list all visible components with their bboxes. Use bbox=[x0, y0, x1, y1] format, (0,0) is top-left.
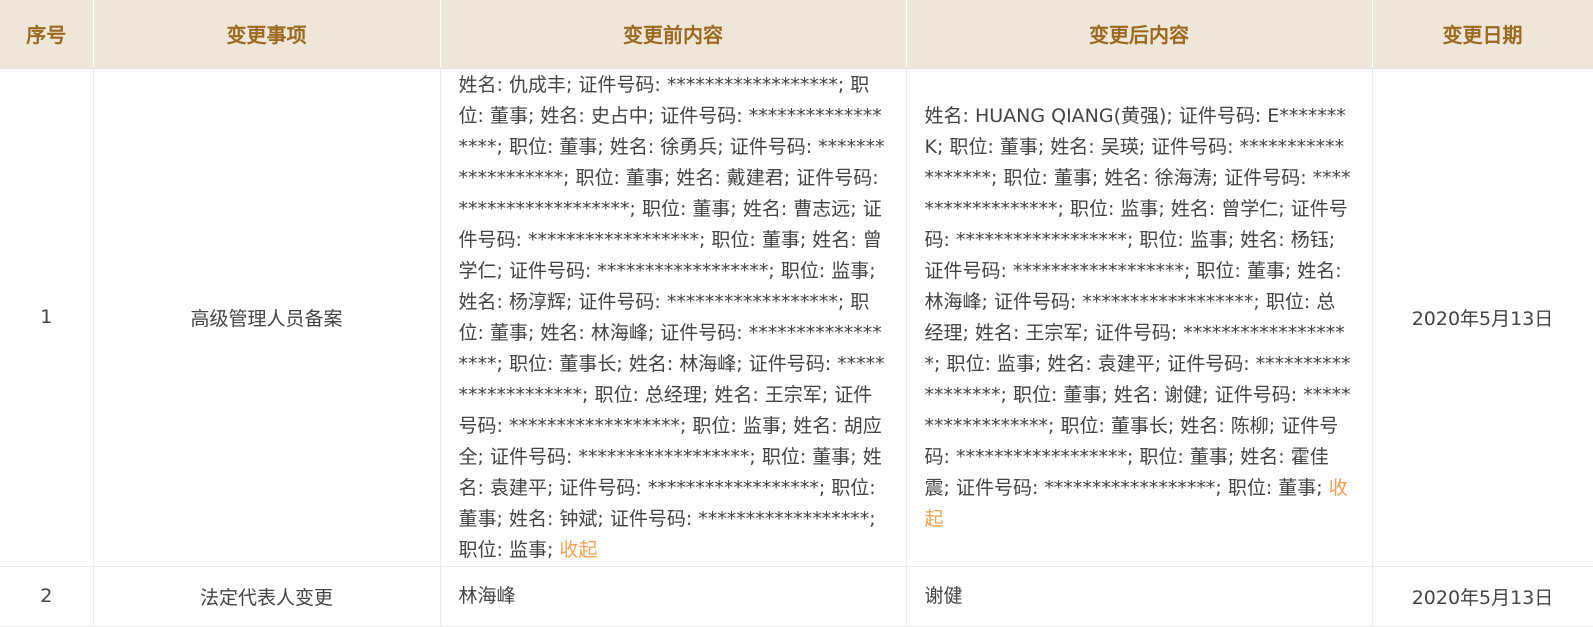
content-after-text: 姓名: HUANG QIANG(黄强); 证件号码: E*******K; 职位… bbox=[924, 104, 1351, 499]
cell-content-before: 林海峰 bbox=[440, 566, 907, 627]
header-content-before: 变更前内容 bbox=[440, 0, 907, 69]
cell-change-date: 2020年5月13日 bbox=[1372, 68, 1593, 567]
table-row: 1 高级管理人员备案 姓名: 仇成丰; 证件号码: **************… bbox=[0, 68, 1593, 567]
header-content-after: 变更后内容 bbox=[906, 0, 1373, 69]
cell-content-after: 谢健 bbox=[906, 566, 1373, 627]
header-change-item: 变更事项 bbox=[93, 0, 441, 69]
cell-content-after: 姓名: HUANG QIANG(黄强); 证件号码: E*******K; 职位… bbox=[906, 68, 1373, 567]
change-records-table: 序号 变更事项 变更前内容 变更后内容 变更日期 1 高级管理人员备案 姓名: … bbox=[0, 0, 1593, 627]
cell-change-item: 高级管理人员备案 bbox=[93, 68, 441, 567]
cell-content-before: 姓名: 仇成丰; 证件号码: ******************; 职位: 董… bbox=[440, 68, 907, 567]
cell-change-date: 2020年5月13日 bbox=[1372, 566, 1593, 627]
collapse-before-link[interactable]: 收起 bbox=[559, 539, 597, 561]
cell-serial-number: 2 bbox=[0, 566, 94, 627]
content-before-text: 姓名: 仇成丰; 证件号码: ******************; 职位: 董… bbox=[458, 73, 885, 561]
cell-change-item: 法定代表人变更 bbox=[93, 566, 441, 627]
cell-serial-number: 1 bbox=[0, 68, 94, 567]
table-header-row: 序号 变更事项 变更前内容 变更后内容 变更日期 bbox=[0, 0, 1593, 69]
header-change-date: 变更日期 bbox=[1372, 0, 1593, 69]
header-serial-number: 序号 bbox=[0, 0, 94, 69]
table-row: 2 法定代表人变更 林海峰 谢健 2020年5月13日 bbox=[0, 566, 1593, 627]
